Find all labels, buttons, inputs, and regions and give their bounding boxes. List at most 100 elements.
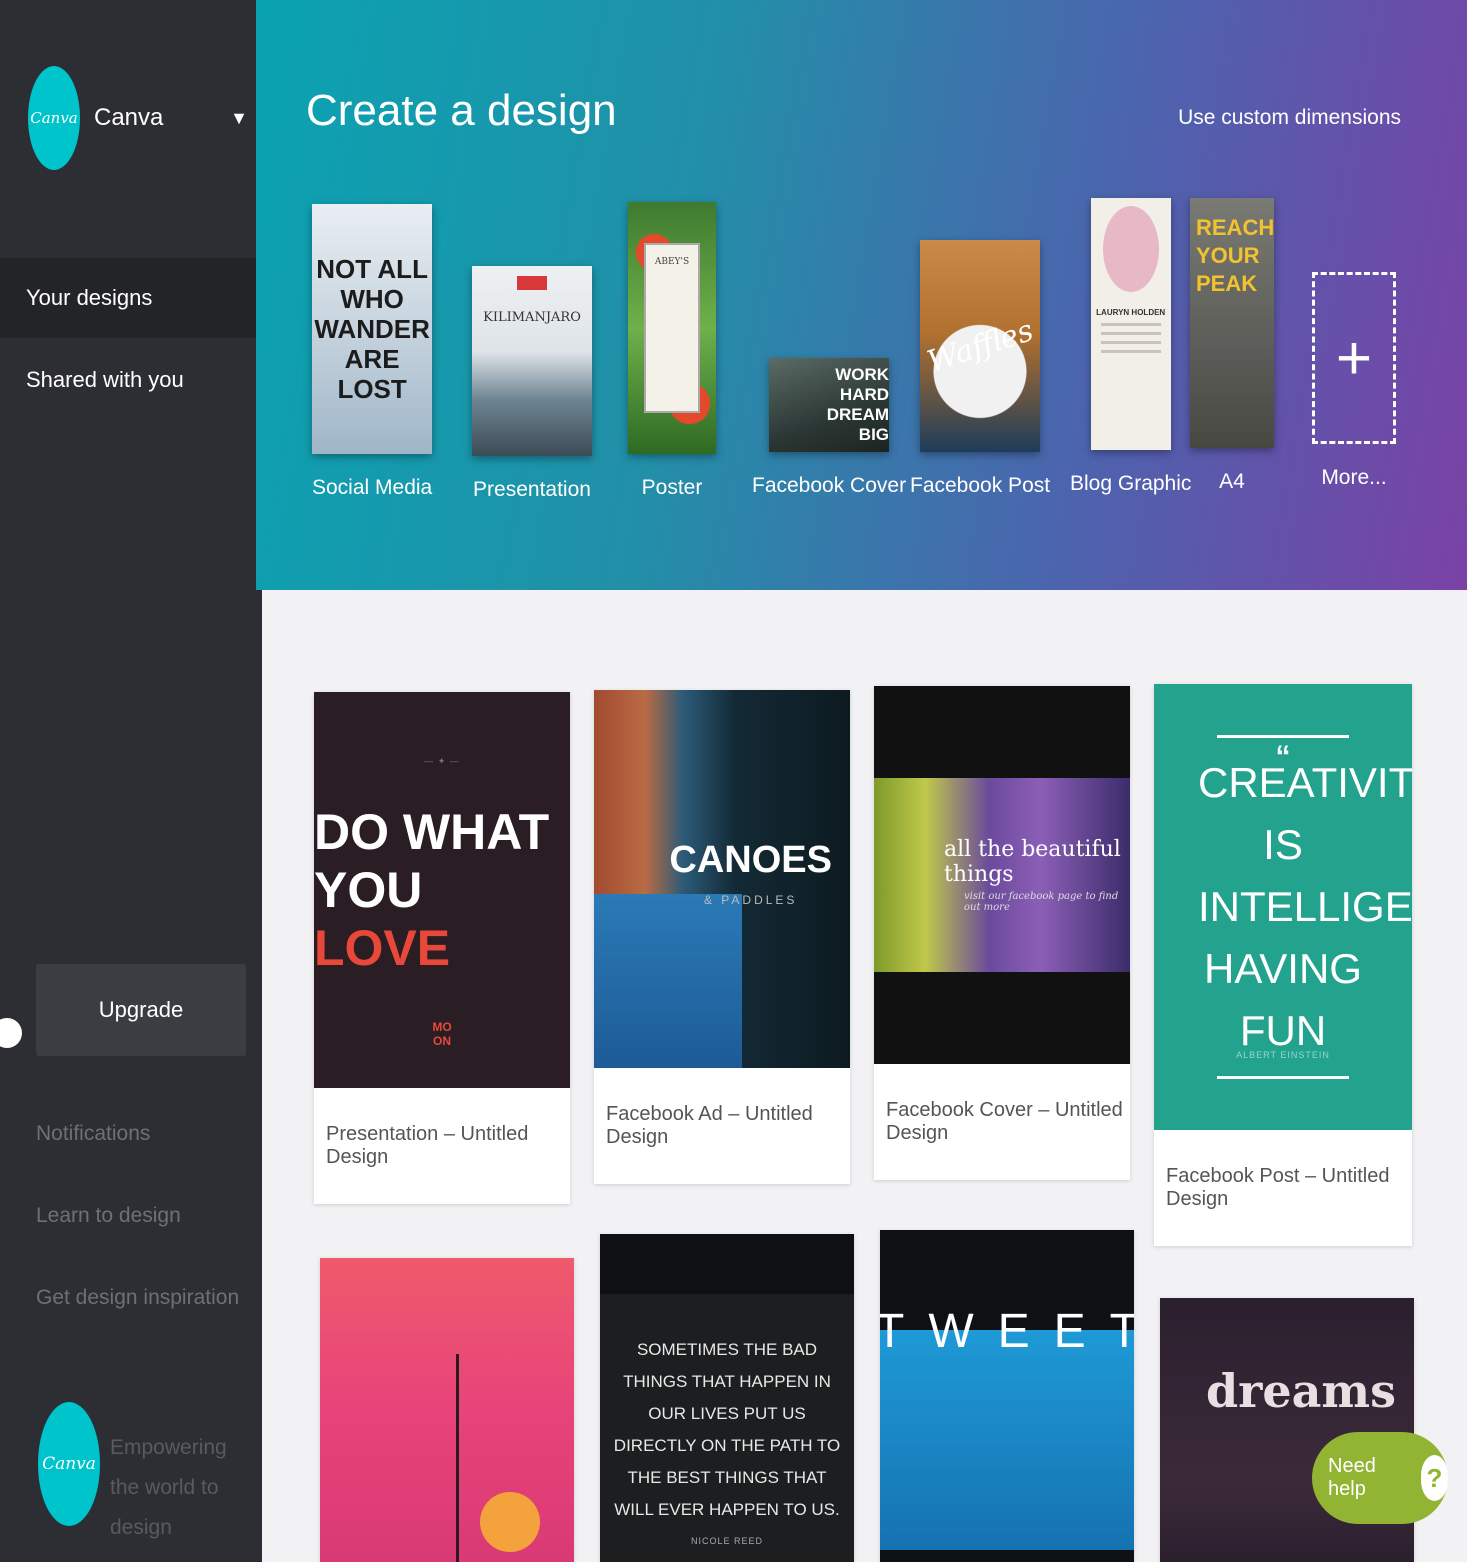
text-line — [1100, 332, 1161, 335]
design-card[interactable]: all the beautiful things visit our faceb… — [874, 686, 1130, 1180]
sun-image — [480, 1492, 540, 1552]
design-card[interactable]: SOMETIMES THE BAD THINGS THAT HAPPEN IN … — [600, 1234, 854, 1562]
nav-label: Your designs — [26, 285, 153, 310]
design-type-blog-graphic[interactable]: LAURYN HOLDEN Blog Graphic — [1070, 198, 1191, 496]
design-subtitle: visit our facebook page to find out more — [964, 891, 1119, 913]
design-type-more[interactable]: + More... — [1312, 194, 1396, 490]
facebook-post-thumbnail: Waffles — [920, 240, 1041, 452]
sailboat-mast-image — [456, 1354, 459, 1562]
text-line — [1100, 350, 1161, 353]
design-type-label: Social Media — [312, 476, 433, 499]
need-help-button[interactable]: Need help ? — [1312, 1432, 1448, 1524]
design-type-label: More... — [1321, 466, 1387, 489]
thumb-text: LAURYN HOLDEN — [1096, 308, 1166, 317]
question-icon: ? — [1420, 1455, 1448, 1501]
red-tag-icon — [517, 276, 547, 290]
design-preview: all the beautiful things visit our faceb… — [874, 686, 1130, 1064]
thumb-text: ABEY'S — [644, 243, 700, 413]
design-caption: Facebook Ad – Untitled Design — [606, 1103, 813, 1148]
lake-image — [594, 894, 743, 1068]
design-type-label: Poster — [641, 476, 703, 499]
nav-your-designs[interactable]: Your designs — [0, 258, 274, 338]
help-label: Need help — [1328, 1455, 1376, 1500]
design-type-a4[interactable]: REACH YOUR PEAK A4 — [1190, 198, 1274, 494]
upgrade-button[interactable]: Upgrade — [36, 964, 246, 1056]
design-title: dreams — [1205, 1364, 1396, 1418]
design-caption: Facebook Post – Untitled Design — [1166, 1165, 1390, 1210]
design-type-label: Blog Graphic — [1070, 472, 1192, 495]
design-card[interactable]: “ CREATIVITY IS INTELLIGENCE HAVING FUN … — [1154, 684, 1412, 1246]
design-type-label: A4 — [1219, 470, 1245, 493]
design-preview: CANOES & PADDLES — [594, 690, 850, 1068]
brand-menu[interactable]: Canva Canva ▼ — [28, 66, 248, 170]
tagline: Empowering the world to design — [110, 1436, 227, 1539]
design-card[interactable]: CANOES & PADDLES Facebook Ad – Untitled … — [594, 690, 850, 1184]
create-design-panel: Create a design Use custom dimensions NO… — [256, 0, 1467, 590]
design-subtitle: & PADDLES — [703, 893, 798, 907]
design-preview: “ CREATIVITY IS INTELLIGENCE HAVING FUN … — [1154, 684, 1412, 1130]
text-line — [1100, 341, 1161, 344]
design-type-facebook-post[interactable]: Waffles Facebook Post — [910, 240, 1050, 498]
design-mark: MO ON — [432, 1020, 451, 1048]
text-line — [1100, 323, 1161, 326]
portrait-image — [1102, 206, 1159, 292]
a4-thumbnail: REACH YOUR PEAK — [1190, 198, 1274, 448]
design-text: CANOES & PADDLES — [669, 840, 832, 920]
social-media-thumbnail: NOT ALL WHO WANDER ARE LOST — [312, 204, 433, 454]
caret-down-icon[interactable]: ▼ — [230, 108, 248, 129]
design-card[interactable] — [320, 1258, 574, 1562]
design-author: NICOLE REED — [690, 1536, 763, 1546]
design-type-facebook-cover[interactable]: WORK HARD DREAM BIG Facebook Cover — [752, 358, 906, 498]
design-title: CANOES — [669, 839, 832, 881]
design-title: all the beautiful things — [944, 837, 1121, 887]
design-card[interactable]: — ✦ — DO WHAT YOU LOVE MO ON Presentatio… — [314, 692, 570, 1204]
design-author: ALBERT EINSTEIN — [1236, 1050, 1330, 1060]
custom-dimensions-link[interactable]: Use custom dimensions — [1178, 106, 1401, 130]
thumb-text: WORK HARD DREAM BIG — [826, 365, 890, 444]
plus-icon: + — [1312, 272, 1396, 444]
dark-band — [600, 1234, 854, 1294]
nav-label: Shared with you — [26, 367, 184, 392]
divider — [1217, 735, 1349, 738]
page-title: Create a design — [306, 86, 617, 135]
thumb-text: REACH YOUR PEAK — [1196, 215, 1274, 296]
design-text-highlight: LOVE — [314, 920, 451, 976]
design-caption: Presentation – Untitled Design — [326, 1123, 529, 1168]
design-type-label: Presentation — [473, 478, 591, 501]
quote-icon: “ — [1275, 740, 1291, 773]
design-caption: Facebook Cover – Untitled Design — [886, 1099, 1123, 1144]
design-preview: SOMETIMES THE BAD THINGS THAT HAPPEN IN … — [600, 1234, 854, 1562]
brand-name: Canva — [94, 104, 164, 131]
blog-graphic-thumbnail: LAURYN HOLDEN — [1090, 198, 1171, 450]
thumb-text: NOT ALL WHO WANDER ARE LOST — [314, 254, 430, 404]
design-inspiration-link[interactable]: Get design inspiration — [36, 1286, 239, 1310]
design-subtitle-decor: — ✦ — — [424, 756, 460, 766]
notifications-link[interactable]: Notifications — [36, 1122, 150, 1146]
thumb-text: KILIMANJARO — [483, 310, 581, 325]
design-preview: TWEET — [880, 1230, 1134, 1562]
learn-to-design-link[interactable]: Learn to design — [36, 1204, 181, 1228]
design-text: DO WHAT YOU LOVE — [314, 803, 570, 977]
design-card[interactable]: TWEET — [880, 1230, 1134, 1562]
design-text: CREATIVITY IS INTELLIGENCE HAVING FUN — [1198, 759, 1412, 1054]
divider — [1217, 1076, 1349, 1079]
design-mark-line: MO — [432, 1020, 452, 1034]
design-type-label: Facebook Post — [910, 474, 1051, 497]
design-preview: — ✦ — DO WHAT YOU LOVE MO ON — [314, 692, 570, 1088]
design-text-line: YOU — [314, 862, 423, 918]
canva-logo: Canva — [28, 66, 80, 170]
canva-footer-logo: Canva — [38, 1402, 100, 1526]
design-type-presentation[interactable]: KILIMANJARO Presentation — [472, 266, 592, 502]
presentation-thumbnail: KILIMANJARO — [472, 266, 592, 456]
design-type-social-media[interactable]: NOT ALL WHO WANDER ARE LOST Social Media — [312, 204, 432, 500]
design-preview — [320, 1258, 574, 1562]
thumb-text: Waffles — [922, 312, 1038, 380]
design-text: SOMETIMES THE BAD THINGS THAT HAPPEN IN … — [613, 1340, 841, 1519]
design-type-label: Facebook Cover — [752, 474, 907, 497]
design-type-poster[interactable]: ABEY'S Poster — [628, 202, 716, 500]
design-title: TWEET — [880, 1305, 1134, 1358]
facebook-cover-thumbnail: WORK HARD DREAM BIG — [769, 358, 890, 452]
nav-shared-with-you[interactable]: Shared with you — [0, 340, 262, 420]
design-mark-line: ON — [433, 1034, 451, 1048]
poster-thumbnail: ABEY'S — [628, 202, 716, 454]
